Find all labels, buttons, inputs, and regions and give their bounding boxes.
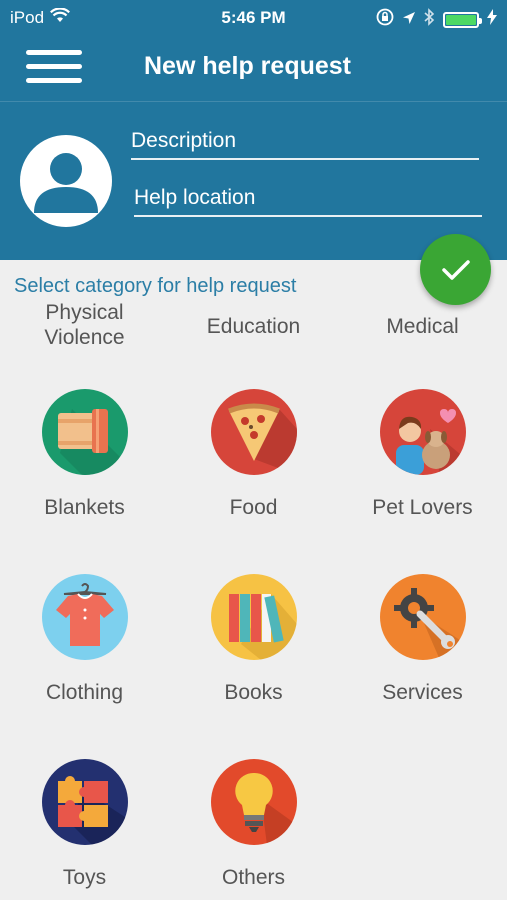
category-education[interactable]: Education: [169, 314, 338, 339]
description-field[interactable]: [131, 124, 479, 160]
battery-icon: [443, 11, 482, 28]
description-input[interactable]: [131, 124, 479, 158]
avatar[interactable]: [20, 135, 112, 227]
category-pet-lovers[interactable]: Pet Lovers: [338, 389, 507, 520]
category-books[interactable]: Books: [169, 574, 338, 705]
category-label: Books: [224, 681, 283, 704]
lightbulb-icon: [210, 759, 297, 845]
category-physical-violence[interactable]: Physical Violence: [0, 303, 169, 350]
category-label: Toys: [62, 866, 107, 889]
page-title: New help request: [144, 52, 351, 80]
category-grid: Physical Violence Education Medical Blan…: [0, 303, 507, 900]
pet-lovers-icon: [379, 389, 466, 475]
location-arrow-icon: [402, 10, 416, 30]
header: iPod 5:46 PM New help request: [0, 0, 507, 260]
orientation-lock-icon: [376, 8, 394, 31]
charging-bolt-icon: [487, 9, 497, 30]
category-label: Blankets: [44, 496, 125, 519]
wrench-gear-icon: [379, 574, 466, 660]
hamburger-menu-icon[interactable]: [26, 48, 82, 86]
shirt-icon: [41, 574, 128, 660]
submit-button[interactable]: [420, 234, 491, 305]
section-title: Select category for help request: [14, 275, 297, 297]
category-label: Others: [221, 866, 286, 889]
puzzle-icon: [41, 759, 128, 845]
books-icon: [210, 574, 297, 660]
category-others[interactable]: Others: [169, 759, 338, 890]
category-clothing[interactable]: Clothing: [0, 574, 169, 705]
category-food[interactable]: Food: [169, 389, 338, 520]
pizza-icon: [210, 389, 297, 475]
category-label: Clothing: [45, 681, 124, 704]
user-icon: [34, 153, 98, 213]
category-label: Services: [382, 681, 463, 704]
category-services[interactable]: Services: [338, 574, 507, 705]
blankets-icon: [41, 389, 128, 475]
bluetooth-icon: [424, 8, 435, 31]
help-location-input[interactable]: [134, 181, 482, 215]
category-medical[interactable]: Medical: [338, 314, 507, 339]
status-bar: iPod 5:46 PM: [0, 0, 507, 36]
nav-bar: New help request: [0, 36, 507, 102]
category-label: Pet Lovers: [372, 496, 473, 519]
help-location-field[interactable]: [134, 181, 482, 217]
category-label: Food: [229, 496, 278, 519]
category-blankets[interactable]: Blankets: [0, 389, 169, 520]
category-toys[interactable]: Toys: [0, 759, 169, 890]
checkmark-icon: [441, 259, 470, 280]
